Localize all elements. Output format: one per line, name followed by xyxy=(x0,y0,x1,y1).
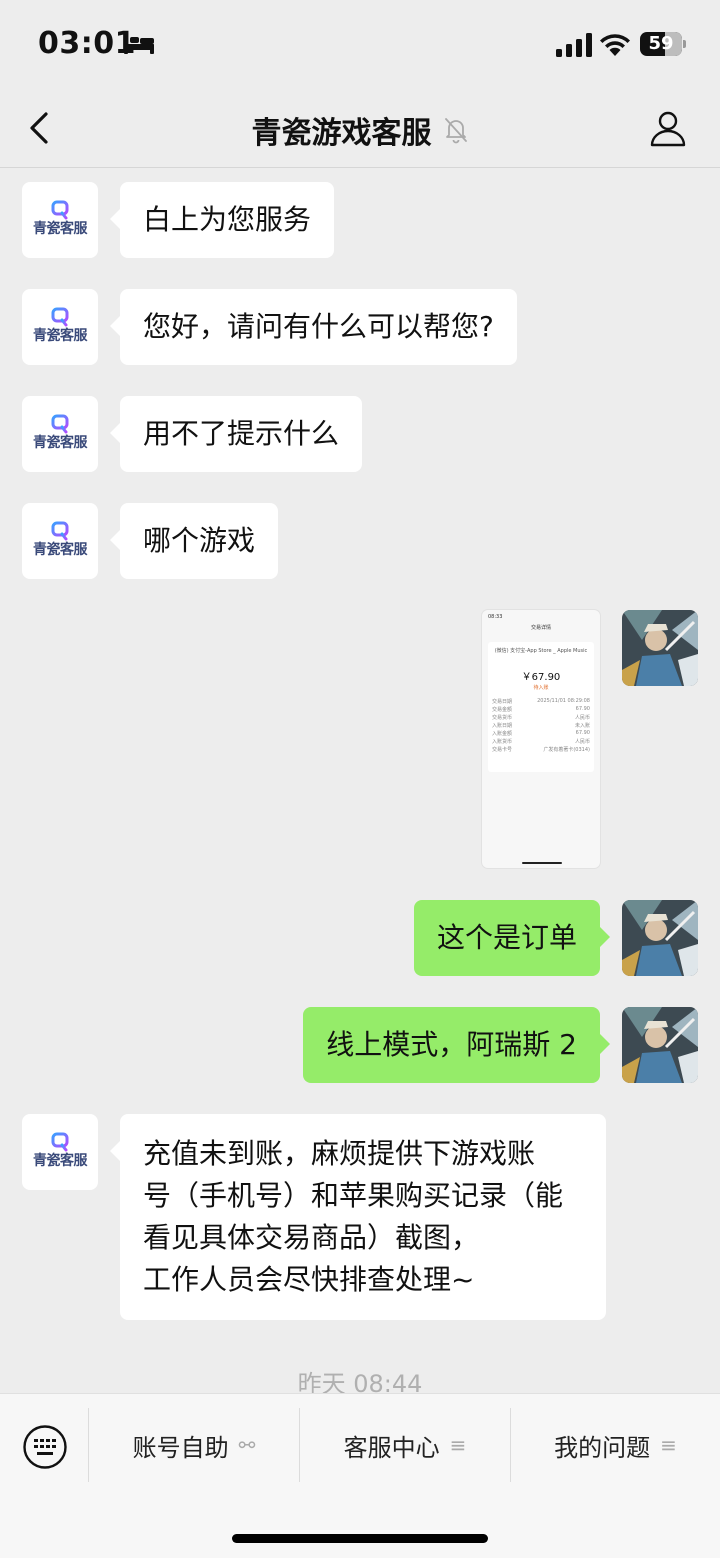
shot-card: (微信) 支付宝-App Store _ Apple Music ￥67.90 … xyxy=(488,642,594,772)
shot-row: 入账金额 67.90 xyxy=(492,730,590,737)
cs-avatar-label: 青瓷客服 xyxy=(33,328,88,344)
cs-avatar-label: 青瓷客服 xyxy=(33,435,88,451)
chat-profile-icon[interactable] xyxy=(648,108,688,148)
chat-title: 青瓷游戏客服 xyxy=(251,116,432,151)
menu-account-self-service[interactable]: 账号自助 ⚯ xyxy=(89,1408,299,1482)
link-icon: ⚯ xyxy=(238,1433,256,1457)
cs-avatar[interactable]: 青瓷客服 xyxy=(22,289,98,365)
shot-desc: (微信) 支付宝-App Store _ Apple Music xyxy=(494,648,588,654)
cs-avatar[interactable]: 青瓷客服 xyxy=(22,396,98,472)
user-avatar[interactable] xyxy=(622,900,698,976)
shot-row: 入账日期 未入账 xyxy=(492,723,590,729)
cs-avatar-label: 青瓷客服 xyxy=(33,542,88,558)
chat-title-area: 青瓷游戏客服 xyxy=(0,108,720,152)
cs-avatar[interactable]: 青瓷客服 xyxy=(22,503,98,579)
chat-header: 青瓷游戏客服 xyxy=(0,90,720,168)
message-bubble[interactable]: 哪个游戏 xyxy=(109,503,279,579)
message-bubble[interactable]: 白上为您服务 xyxy=(109,182,335,258)
qingci-logo-icon xyxy=(51,521,69,541)
status-bar: 03:01 59 xyxy=(0,0,720,90)
menu-service-center[interactable]: 客服中心 ≡ xyxy=(300,1408,510,1482)
message-line: 看见具体交易商品）截图， xyxy=(143,1221,480,1254)
wifi-icon xyxy=(600,34,630,56)
menu-lines-icon: ≡ xyxy=(660,1433,677,1457)
status-time: 03:01 xyxy=(38,26,136,61)
menu-label: 账号自助 xyxy=(132,1433,229,1462)
shot-amount: ￥67.90 xyxy=(521,672,561,683)
cs-avatar[interactable]: 青瓷客服 xyxy=(22,1114,98,1190)
message-bubble[interactable]: 用不了提示什么 xyxy=(109,396,363,472)
message-bubble[interactable]: 这个是订单 xyxy=(413,900,611,976)
menu-lines-icon: ≡ xyxy=(449,1433,467,1457)
qingci-logo-icon xyxy=(51,414,69,434)
bottom-menu-bar: 账号自助 ⚯ 客服中心 ≡ 我的问题 ≡ xyxy=(0,1393,720,1558)
sleep-focus-icon xyxy=(124,36,154,54)
user-avatar[interactable] xyxy=(622,1007,698,1083)
message-line: 号（手机号）和苹果购买记录（能 xyxy=(143,1179,564,1212)
shot-status-time: 08:33 xyxy=(488,614,503,620)
cs-avatar-label: 青瓷客服 xyxy=(33,221,88,237)
battery-icon: 59 xyxy=(640,32,686,56)
shot-row: 交易金额 67.90 xyxy=(492,706,590,713)
home-indicator xyxy=(232,1534,488,1543)
cs-avatar[interactable]: 青瓷客服 xyxy=(22,182,98,258)
message-bubble[interactable]: 充值未到账，麻烦提供下游戏账 号（手机号）和苹果购买记录（能 看见具体交易商品）… xyxy=(110,1114,606,1320)
shot-row: 交易卡号 广发有着著卡(0314) xyxy=(492,747,590,753)
shot-title: 交易详情 xyxy=(530,625,551,631)
shot-rows: 交易日期 2025/11/01 08:29:08 交易金额 67.90 交易货币 人民… xyxy=(492,698,590,754)
mute-bell-icon xyxy=(444,118,467,144)
cs-avatar-label: 青瓷客服 xyxy=(33,1153,88,1169)
image-message[interactable]: 08:33 交易详情 (微信) 支付宝-App Store _ Apple Mu… xyxy=(482,610,600,868)
battery-level: 59 xyxy=(648,33,674,54)
shot-row: 交易日期 2025/11/01 08:29:08 xyxy=(492,698,590,705)
game-character-avatar-icon xyxy=(622,1007,698,1083)
shot-row: 入账货币 人民币 xyxy=(492,739,590,745)
shot-home-indicator xyxy=(522,862,562,864)
message-bubble[interactable]: 线上模式，阿瑞斯 2 xyxy=(303,1007,610,1083)
menu-my-questions[interactable]: 我的问题 ≡ xyxy=(511,1408,720,1482)
keyboard-toggle-icon[interactable] xyxy=(22,1424,68,1470)
qingci-logo-icon xyxy=(51,200,69,220)
game-character-avatar-icon xyxy=(622,900,698,976)
shot-status: 待入账 xyxy=(533,685,549,691)
cellular-signal-icon xyxy=(556,33,592,57)
message-line: 工作人员会尽快排查处理~ xyxy=(143,1263,475,1296)
game-character-avatar-icon xyxy=(622,610,698,686)
menu-label: 客服中心 xyxy=(343,1433,440,1462)
shot-row: 交易货币 人民币 xyxy=(492,715,590,721)
message-line: 充值未到账，麻烦提供下游戏账 xyxy=(143,1137,536,1170)
message-bubble[interactable]: 您好，请问有什么可以帮您? xyxy=(110,289,517,365)
user-avatar[interactable] xyxy=(622,610,698,686)
qingci-logo-icon xyxy=(51,1132,69,1152)
menu-label: 我的问题 xyxy=(554,1433,651,1462)
qingci-logo-icon xyxy=(51,307,69,327)
